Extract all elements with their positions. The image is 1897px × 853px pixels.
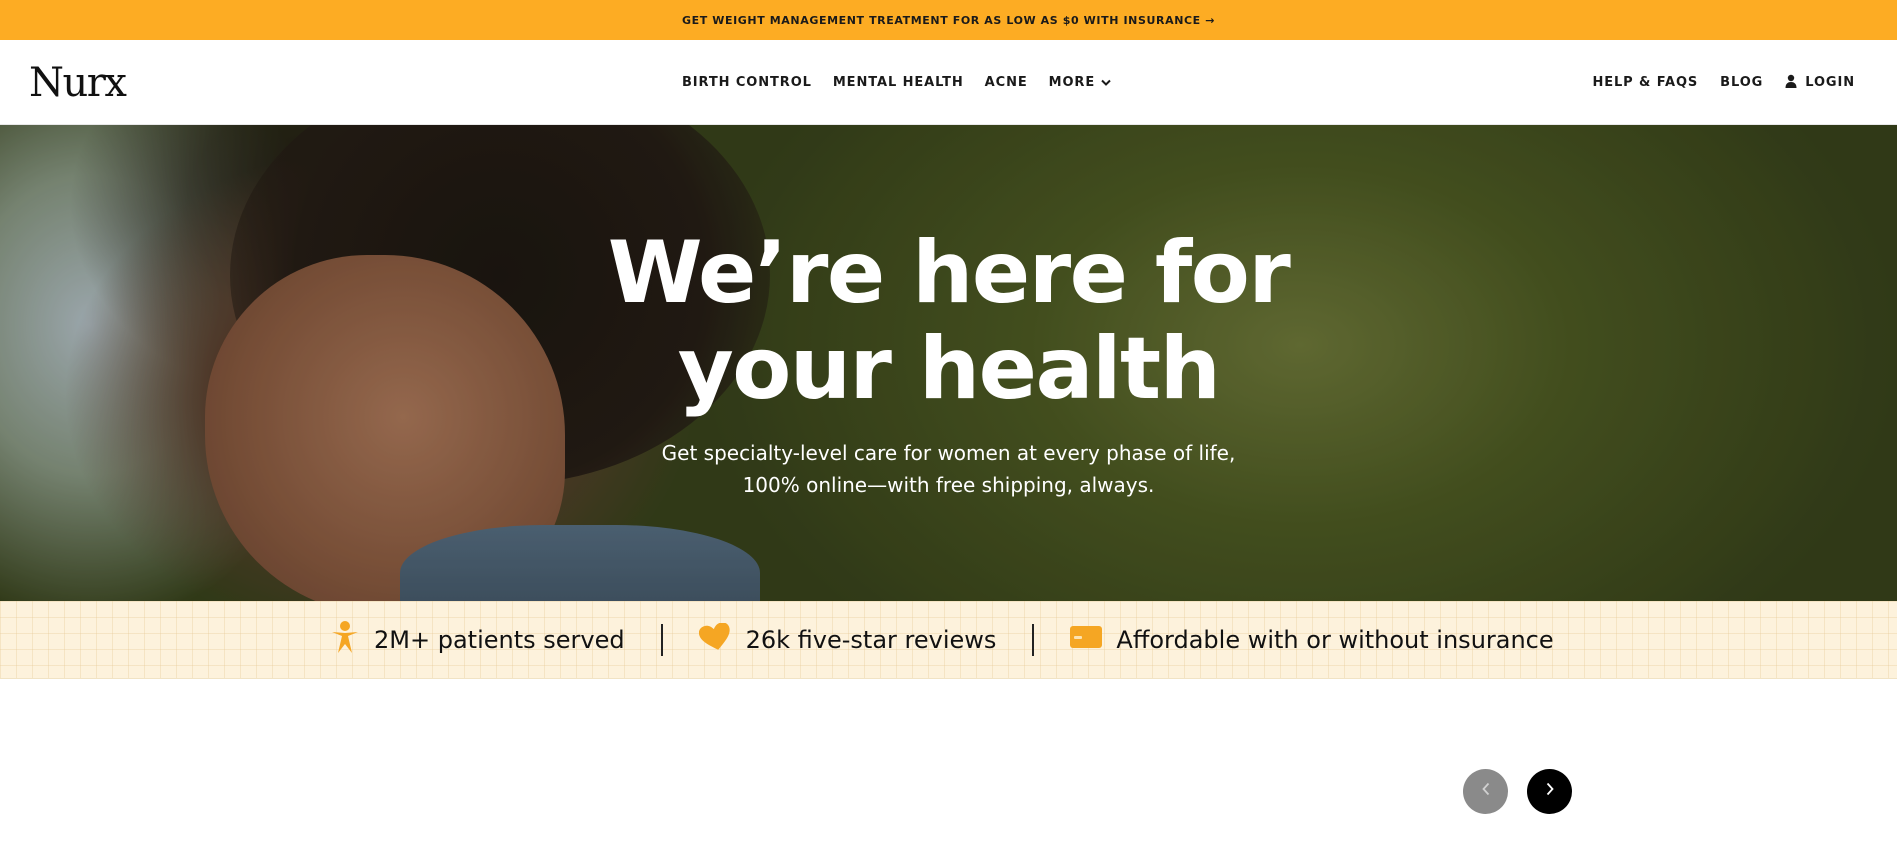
stat-divider (1032, 624, 1035, 656)
nav-mental-health[interactable]: MENTAL HEALTH (833, 75, 964, 90)
stat-divider (660, 624, 663, 656)
stat-patients: 2M+ patients served (330, 620, 625, 660)
nav-label: BIRTH CONTROL (682, 75, 812, 90)
nav-more-dropdown[interactable]: MORE (1049, 75, 1111, 90)
hero-subtitle-line: Get specialty-level care for women at ev… (661, 441, 1236, 465)
nav-label: LOGIN (1805, 75, 1855, 90)
hero-section: We’re here for your health Get specialty… (0, 125, 1897, 601)
secondary-nav: HELP & FAQS BLOG LOGIN (1570, 40, 1855, 125)
nav-label: MENTAL HEALTH (832, 75, 964, 90)
nav-acne[interactable]: ACNE (985, 75, 1028, 90)
heart-icon (698, 622, 732, 657)
stat-reviews: 26k five-star reviews (698, 622, 997, 657)
nav-blog[interactable]: BLOG (1720, 75, 1763, 90)
credit-card-icon (1070, 626, 1103, 654)
nav-label: MORE (1048, 75, 1096, 90)
chevron-left-icon (1481, 782, 1491, 801)
stat-text: 26k five-star reviews (745, 626, 997, 654)
nav-label: ACNE (984, 75, 1028, 90)
promo-text[interactable]: GET WEIGHT MANAGEMENT TREATMENT FOR AS L… (682, 14, 1215, 27)
user-icon (1785, 74, 1797, 92)
carousel-controls (1463, 769, 1572, 814)
stat-text: 2M+ patients served (374, 626, 625, 654)
hero-title-line: We’re here for (607, 223, 1291, 323)
stat-insurance: Affordable with or without insurance (1070, 626, 1554, 654)
site-header: Nurx BIRTH CONTROL MENTAL HEALTH ACNE MO… (0, 40, 1897, 125)
chevron-down-icon (1101, 75, 1111, 90)
carousel-next-button[interactable] (1527, 769, 1572, 814)
main-nav: BIRTH CONTROL MENTAL HEALTH ACNE MORE (682, 40, 1132, 125)
hero-subtitle: Get specialty-level care for women at ev… (0, 437, 1897, 501)
login-button[interactable]: LOGIN (1785, 74, 1855, 92)
hero-subtitle-line: 100% online—with free shipping, always. (742, 473, 1155, 497)
hero-title: We’re here for your health (0, 225, 1897, 417)
promo-banner[interactable]: GET WEIGHT MANAGEMENT TREATMENT FOR AS L… (0, 0, 1897, 40)
nav-label: HELP & FAQS (1592, 75, 1699, 90)
person-star-icon (330, 620, 360, 660)
hero-title-line: your health (677, 319, 1221, 419)
chevron-right-icon (1545, 782, 1555, 801)
nav-birth-control[interactable]: BIRTH CONTROL (682, 75, 812, 90)
nav-help-faqs[interactable]: HELP & FAQS (1592, 75, 1698, 90)
nav-label: BLOG (1720, 75, 1764, 90)
stat-text: Affordable with or without insurance (1116, 626, 1554, 654)
nurx-logo[interactable]: Nurx (29, 60, 127, 106)
carousel-prev-button[interactable] (1463, 769, 1508, 814)
stats-bar: 2M+ patients served 26k five-star review… (0, 601, 1897, 679)
